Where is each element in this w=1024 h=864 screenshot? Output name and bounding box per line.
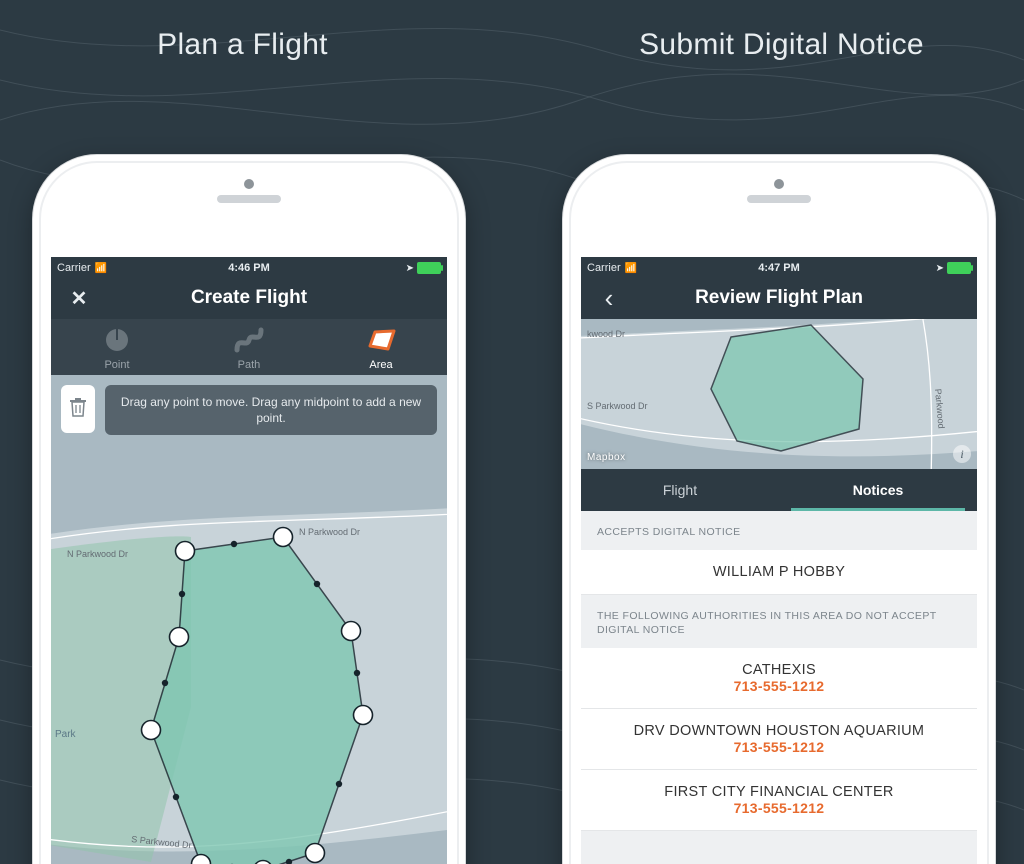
road-label-n1: N Parkwood Dr [67,549,128,559]
nav-header: ✕ Create Flight [51,277,447,319]
park-label: Park [55,729,77,740]
authority-phone[interactable]: 713-555-1212 [591,800,967,816]
trash-icon [69,397,87,422]
tab-notices[interactable]: Notices [779,469,977,511]
point-icon [98,325,136,355]
notices-list[interactable]: ACCEPTS DIGITAL NOTICE WILLIAM P HOBBY T… [581,511,977,864]
authority-name: CATHEXIS [591,662,967,678]
battery-icon [417,262,441,274]
panel-submit-notice: Submit Digital Notice Carrier 📶 4:47 PM … [539,0,1024,864]
tool-area[interactable]: Area [339,325,423,371]
status-bar: Carrier 📶 4:46 PM ➤ [51,257,447,277]
authority-reject-item[interactable]: DRV DOWNTOWN HOUSTON AQUARIUM 713-555-12… [581,709,977,770]
tool-path[interactable]: Path [207,325,291,371]
authority-phone[interactable]: 713-555-1212 [591,678,967,694]
back-button[interactable]: ‹ [589,277,629,319]
nav-header: ‹ Review Flight Plan [581,277,977,319]
hint-row: Drag any point to move. Drag any midpoin… [51,375,447,447]
tab-flight[interactable]: Flight [581,469,779,511]
map-info-button[interactable]: i [953,445,971,463]
close-icon: ✕ [71,286,88,311]
marketing-title: Plan a Flight [0,28,485,62]
area-icon [362,325,400,355]
close-button[interactable]: ✕ [59,277,99,319]
tool-area-label: Area [339,359,423,371]
tool-point-label: Point [75,359,159,371]
marketing-title: Submit Digital Notice [539,28,1024,62]
chevron-left-icon: ‹ [605,283,614,314]
panel-plan-a-flight: Plan a Flight Carrier 📶 4:46 PM ➤ ✕ [0,0,485,864]
phone-camera [244,179,254,189]
authority-phone[interactable]: 713-555-1212 [591,739,967,755]
phone-mock: Carrier 📶 4:47 PM ➤ ‹ Review Flight Plan [563,155,995,864]
road-label-s: S Parkwood Dr [587,401,648,411]
drawing-tool-segmented: Point Path Area [51,319,447,375]
road-label-n2: N Parkwood Dr [299,527,360,537]
authority-name: DRV DOWNTOWN HOUSTON AQUARIUM [591,723,967,739]
section-rejects-header: THE FOLLOWING AUTHORITIES IN THIS AREA D… [581,595,977,648]
status-time: 4:46 PM [51,262,447,274]
tool-point[interactable]: Point [75,325,159,371]
authority-name: FIRST CITY FINANCIAL CENTER [591,784,967,800]
authority-reject-item[interactable]: FIRST CITY FINANCIAL CENTER 713-555-1212 [581,770,977,831]
section-accepts-header: ACCEPTS DIGITAL NOTICE [581,511,977,550]
phone-speaker [217,195,281,203]
phone-camera [774,179,784,189]
map-preview[interactable]: kwood Dr S Parkwood Dr Parkwood Mapbox i [581,319,977,469]
delete-button[interactable] [61,385,95,433]
phone-speaker [747,195,811,203]
nav-title: Create Flight [191,287,307,309]
screen-create-flight: Carrier 📶 4:46 PM ➤ ✕ Create Flight [51,257,447,864]
info-icon: i [960,447,963,462]
tab-bar: Flight Notices [581,469,977,511]
map-canvas[interactable]: N Parkwood Dr N Parkwood Dr S Parkwood D… [51,447,447,864]
screen-review-flight-plan: Carrier 📶 4:47 PM ➤ ‹ Review Flight Plan [581,257,977,864]
road-label-n: kwood Dr [587,329,625,339]
hint-bubble: Drag any point to move. Drag any midpoin… [105,385,437,435]
battery-icon [947,262,971,274]
path-icon [230,325,268,355]
status-bar: Carrier 📶 4:47 PM ➤ [581,257,977,277]
map-attribution: Mapbox [587,452,626,463]
authority-name: WILLIAM P HOBBY [591,564,967,580]
phone-mock: Carrier 📶 4:46 PM ➤ ✕ Create Flight [33,155,465,864]
status-time: 4:47 PM [581,262,977,274]
nav-title: Review Flight Plan [695,287,863,309]
tool-path-label: Path [207,359,291,371]
authority-accepts-item[interactable]: WILLIAM P HOBBY [581,550,977,595]
authority-reject-item[interactable]: CATHEXIS 713-555-1212 [581,648,977,709]
